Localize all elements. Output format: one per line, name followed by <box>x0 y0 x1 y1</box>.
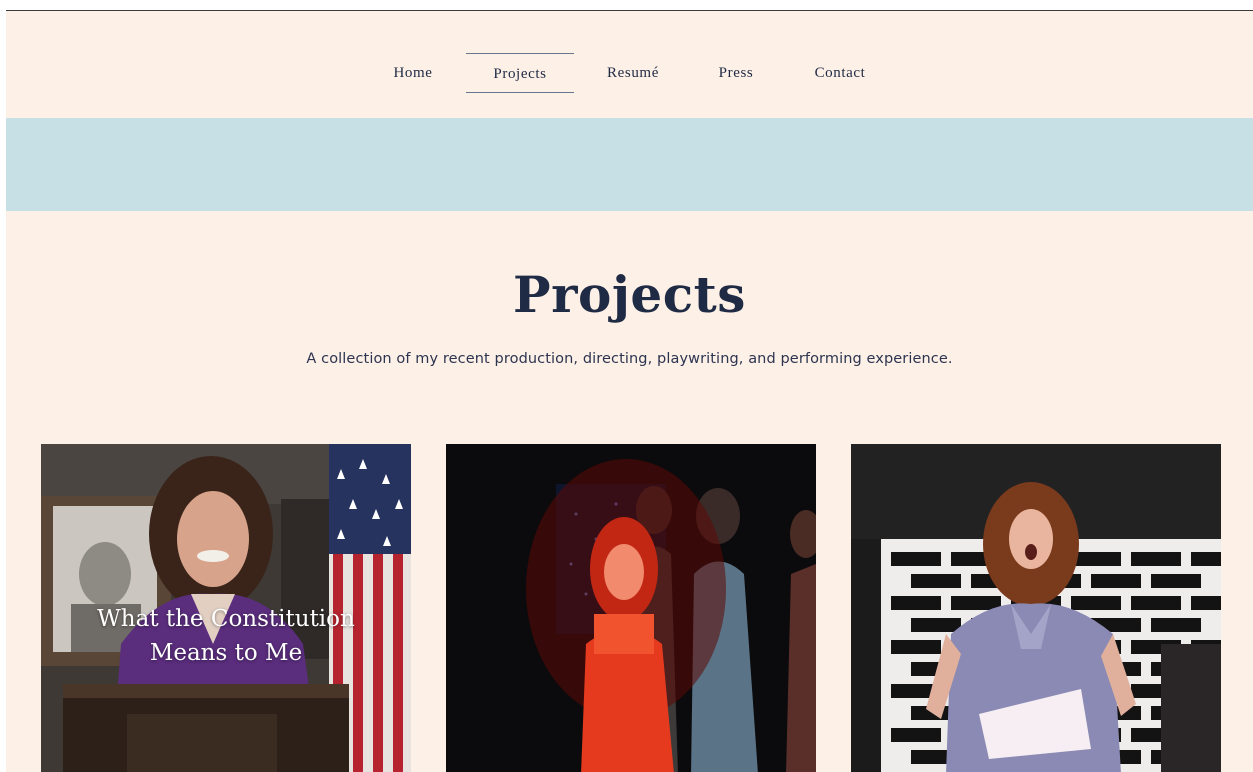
nav-resume[interactable]: Resumé <box>574 53 692 93</box>
nav-home[interactable]: Home <box>366 53 460 93</box>
caption-line-2: Means to Me <box>149 640 303 666</box>
nav-items: Home Projects Resumé Press Contact <box>366 53 900 93</box>
page-title: Projects <box>513 265 746 324</box>
project-card-2[interactable] <box>446 444 816 772</box>
singer-in-red-light-photo <box>446 444 816 772</box>
project-card-constitution[interactable]: What the Constitution Means to Me <box>41 444 411 772</box>
nav-projects[interactable]: Projects <box>466 53 574 93</box>
page-subtitle: A collection of my recent production, di… <box>306 351 953 367</box>
performer-singing-brick-wall-photo <box>851 444 1221 772</box>
main-nav: Home Projects Resumé Press Contact <box>6 11 1253 118</box>
page: Home Projects Resumé Press Contact Proje… <box>6 10 1253 772</box>
caption-line-1: What the Constitution <box>97 606 355 632</box>
project-caption: What the Constitution Means to Me <box>41 602 411 670</box>
header-banner <box>6 118 1253 211</box>
nav-press[interactable]: Press <box>692 53 780 93</box>
nav-contact[interactable]: Contact <box>780 53 900 93</box>
project-card-3[interactable] <box>851 444 1221 772</box>
